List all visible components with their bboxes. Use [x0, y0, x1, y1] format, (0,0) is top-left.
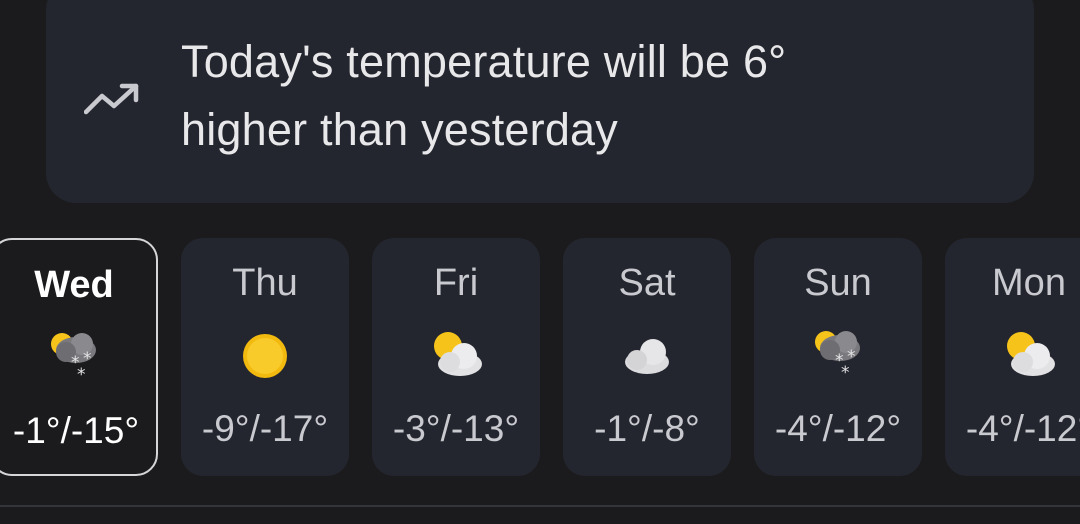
weather-screen: Today's temperature will be 6° higher th…	[0, 0, 1080, 524]
partly-cloudy-snow-icon: * * *	[51, 333, 96, 385]
svg-text:*: *	[77, 365, 86, 385]
sunny-icon	[243, 334, 287, 378]
insight-line-1: Today's temperature will be 6°	[181, 36, 787, 87]
partly-cloudy-icon	[434, 332, 482, 376]
day-temperature: -4°/-12°	[965, 408, 1080, 449]
forecast-day-sun[interactable]: Sun * * * -4°/-12°	[754, 238, 922, 476]
daily-forecast-row: Wed * * * -1°/-15° Thu -9°/-17° Fri -3°/…	[0, 238, 1080, 478]
day-name: Mon	[992, 262, 1066, 304]
forecast-day-thu[interactable]: Thu -9°/-17°	[181, 238, 349, 476]
trending-up-icon	[84, 83, 139, 115]
day-name: Thu	[232, 262, 298, 304]
day-temperature: -3°/-13°	[392, 408, 520, 449]
day-name: Sat	[618, 262, 676, 304]
day-name: Sun	[804, 262, 872, 304]
day-name: Fri	[433, 262, 479, 304]
day-temperature: -9°/-17°	[201, 408, 329, 449]
svg-text:*: *	[841, 363, 850, 383]
forecast-day-fri[interactable]: Fri -3°/-13°	[372, 238, 540, 476]
day-temperature: -1°/-15°	[12, 410, 140, 451]
partly-cloudy-snow-icon: * * *	[815, 331, 860, 383]
forecast-day-sat[interactable]: Sat -1°/-8°	[563, 238, 731, 476]
day-name: Wed	[34, 264, 114, 306]
cloudy-icon	[625, 339, 669, 374]
forecast-day-wed[interactable]: Wed * * * -1°/-15°	[0, 238, 158, 476]
partly-cloudy-icon	[1007, 332, 1055, 376]
temperature-insight-text: Today's temperature will be 6° higher th…	[181, 28, 1001, 164]
divider	[0, 505, 1080, 507]
day-temperature: -4°/-12°	[774, 408, 902, 449]
insight-line-2: higher than yesterday	[181, 104, 618, 155]
day-temperature: -1°/-8°	[594, 408, 700, 449]
forecast-day-mon[interactable]: Mon -4°/-12°	[945, 238, 1080, 476]
